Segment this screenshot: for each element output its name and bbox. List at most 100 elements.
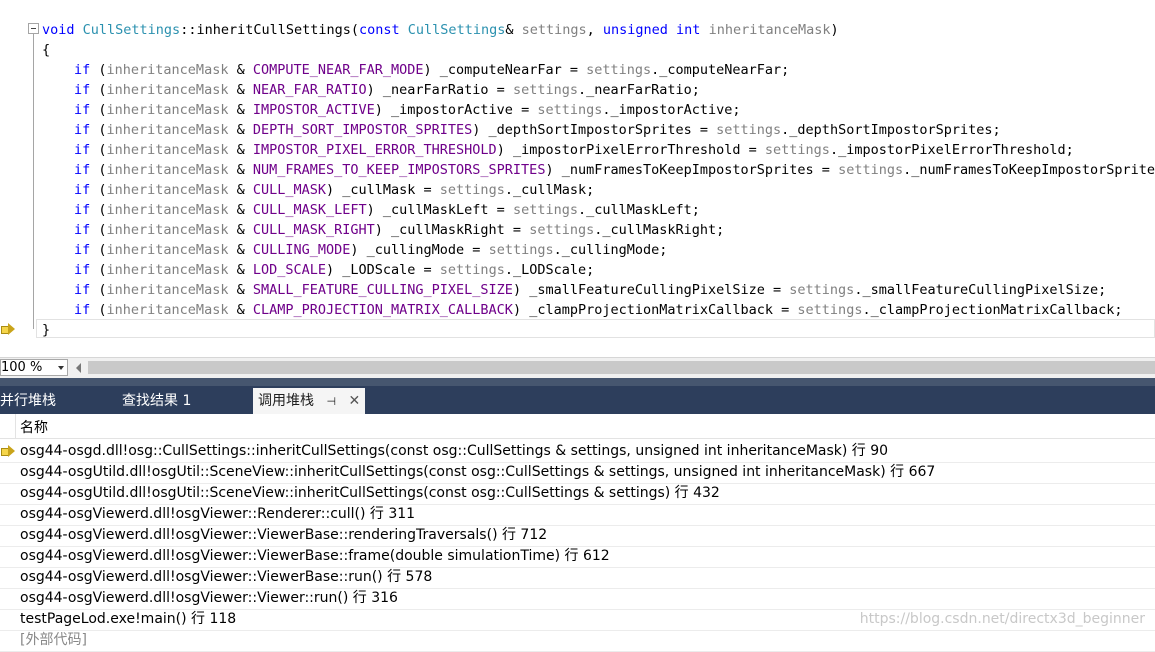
code-token: if [74,202,91,218]
code-token: & [228,82,253,98]
code-token: ._computeNearFar; [651,62,790,78]
code-token: if [74,82,91,98]
frame-label: osg44-osgViewerd.dll!osgViewer::ViewerBa… [20,527,548,543]
tab-label: 并行堆栈 [0,393,56,409]
horizontal-scrollbar[interactable] [88,361,1155,374]
code-token: if [74,162,91,178]
code-token: ( [90,262,107,278]
code-token: ( [90,222,107,238]
code-token: ) [830,22,839,38]
code-token: & [228,242,253,258]
frame-label: testPageLod.exe!main() 行 118 [20,611,237,627]
column-header[interactable]: 名称 [0,414,1155,439]
code-token: ( [90,62,107,78]
call-stack-frame[interactable]: osg44-osgViewerd.dll!osgViewer::ViewerBa… [0,525,1155,547]
tab-label: 查找结果 1 [122,393,192,409]
tab-call-stack[interactable]: 调用堆栈 ⊣ ✕ [253,388,366,415]
code-token: settings [716,122,782,138]
code-token: & [228,262,253,278]
code-token: if [74,102,91,118]
code-token: if [74,242,91,258]
code-token: ( [90,82,107,98]
frame-label: osg44-osgViewerd.dll!osgViewer::ViewerBa… [20,548,610,564]
code-token: inheritanceMask [106,102,229,118]
zoom-select[interactable]: 100 % [0,359,68,376]
code-token: inheritanceMask [106,142,229,158]
code-token: settings [439,182,505,198]
code-token: ._LODScale; [504,262,595,278]
code-line: void CullSettings::inheritCullSettings(c… [42,20,839,40]
code-line: if (inheritanceMask & CULL_MASK_LEFT) _c… [74,200,700,220]
code-token: CULL_MASK_RIGHT [252,222,375,238]
code-token: settings [488,242,554,258]
code-token: ._smallFeatureCullingPixelSize; [854,282,1107,298]
code-token: ( [90,282,107,298]
code-token: inheritanceMask [106,202,229,218]
tab-find-results[interactable]: 查找结果 1 [122,388,191,414]
frame-label: osg44-osgViewerd.dll!osgViewer::Renderer… [20,506,416,522]
code-line: if (inheritanceMask & IMPOSTOR_ACTIVE) _… [74,100,741,120]
code-line: if (inheritanceMask & CULL_MASK) _cullMa… [74,180,594,200]
code-token: ) _impostorActive = [374,102,538,118]
call-stack-panel: 名称 osg44-osgd.dll!osg::CullSettings::inh… [0,414,1155,652]
code-editor[interactable]: void CullSettings::inheritCullSettings(c… [0,0,1155,357]
code-line: { [42,40,50,60]
call-stack-frame[interactable]: osg44-osgViewerd.dll!osgViewer::Viewer::… [0,588,1155,610]
tab-parallel-stacks[interactable]: 并行堆栈 [0,388,56,414]
code-token: settings [439,262,505,278]
code-token: settings [521,22,587,38]
code-token: CULL_MASK_LEFT [252,202,367,218]
code-token: SMALL_FEATURE_CULLING_PIXEL_SIZE [252,282,513,298]
code-token: ( [90,302,107,318]
code-line: } [42,320,50,340]
scope-guide-line [33,34,34,329]
close-icon[interactable]: ✕ [349,388,361,414]
code-token: & [228,142,253,158]
code-token: ( [90,142,107,158]
code-line: if (inheritanceMask & CULL_MASK_RIGHT) _… [74,220,724,240]
code-token: settings [838,162,904,178]
code-token: ) _cullMaskLeft = [366,202,513,218]
code-token: ) _computeNearFar = [423,62,587,78]
code-token: unsigned int [602,22,701,38]
code-token: settings [512,202,578,218]
code-token: if [74,182,91,198]
scroll-left-icon[interactable] [76,363,81,373]
code-token: inheritanceMask [106,222,229,238]
frame-label: [外部代码] [20,632,87,648]
code-token: & [228,62,253,78]
code-token: CLAMP_PROJECTION_MATRIX_CALLBACK [252,302,513,318]
code-token: ) _impostorPixelErrorThreshold = [496,142,765,158]
call-stack-frame[interactable]: [外部代码] [0,630,1155,652]
code-token: if [74,222,91,238]
code-token: & [228,162,253,178]
code-token: inheritanceMask [106,182,229,198]
call-stack-frame[interactable]: osg44-osgViewerd.dll!osgViewer::Renderer… [0,504,1155,526]
code-token: ( [90,102,107,118]
code-token: ) _cullMaskRight = [374,222,530,238]
code-token: & [228,222,253,238]
chevron-down-icon[interactable] [58,366,64,370]
code-token: CULL_MASK [252,182,326,198]
column-header-name: 名称 [20,420,48,436]
column-divider [15,414,16,438]
pin-icon[interactable]: ⊣ [326,389,336,415]
tool-window-tabs: 并行堆栈 查找结果 1 调用堆栈 ⊣ ✕ [0,378,1155,414]
call-stack-frame[interactable]: osg44-osgViewerd.dll!osgViewer::ViewerBa… [0,567,1155,589]
code-token: ._cullMaskLeft; [577,202,700,218]
code-token: if [74,302,91,318]
code-token: ( [90,202,107,218]
code-token: ._impostorActive; [602,102,741,118]
frame-label: osg44-osgViewerd.dll!osgViewer::ViewerBa… [20,569,433,585]
code-token: IMPOSTOR_PIXEL_ERROR_THRESHOLD [252,142,497,158]
editor-status-bar: 100 % [0,357,1155,378]
call-stack-frame[interactable]: osg44-osgUtild.dll!osgUtil::SceneView::i… [0,462,1155,484]
code-token: if [74,142,91,158]
call-stack-frame[interactable]: osg44-osgUtild.dll!osgUtil::SceneView::i… [0,483,1155,505]
call-stack-frame[interactable]: osg44-osgViewerd.dll!osgViewer::ViewerBa… [0,546,1155,568]
collapse-toggle-icon[interactable] [28,23,39,34]
code-token: if [74,122,91,138]
code-line: if (inheritanceMask & IMPOSTOR_PIXEL_ERR… [74,140,1074,160]
call-stack-frame[interactable]: osg44-osgd.dll!osg::CullSettings::inheri… [0,441,1155,463]
